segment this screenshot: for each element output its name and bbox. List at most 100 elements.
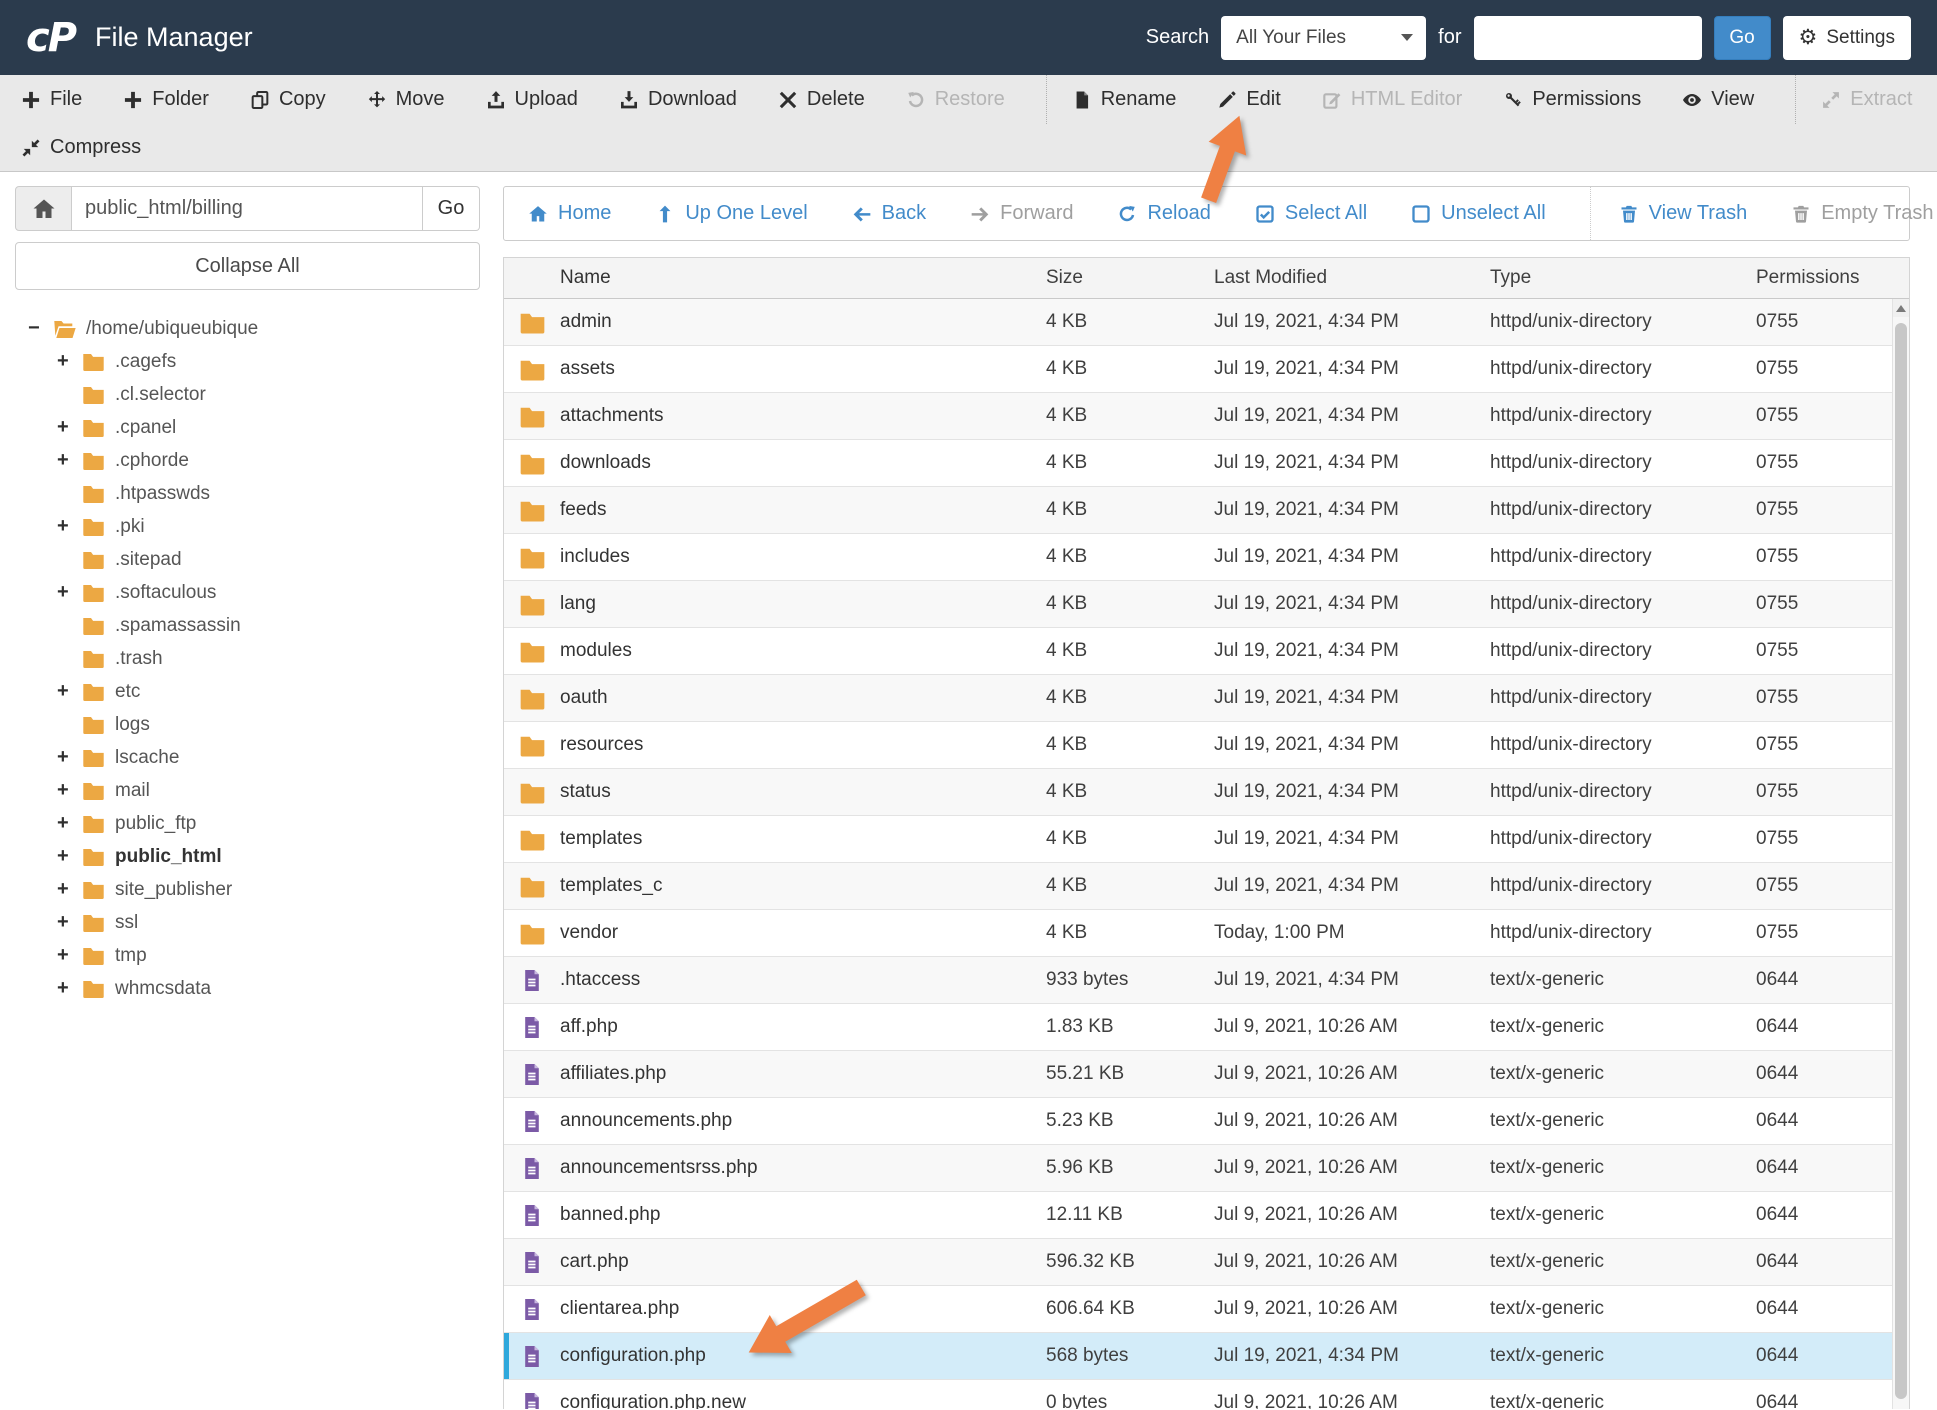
tree-toggle[interactable]: +: [57, 944, 81, 967]
table-row[interactable]: templates_c 4 KB Jul 19, 2021, 4:34 PM h…: [504, 863, 1909, 910]
search-go-button[interactable]: Go: [1713, 15, 1771, 60]
tree-item[interactable]: + ssl: [15, 906, 480, 939]
toolbar-button[interactable]: Edit: [1217, 75, 1281, 124]
tree-toggle[interactable]: +: [57, 878, 81, 901]
scrollbar-up-button[interactable]: [1893, 299, 1909, 317]
toolbar-button[interactable]: Rename: [1045, 75, 1176, 124]
tree-item[interactable]: + .cagefs: [15, 345, 480, 378]
tree-toggle[interactable]: +: [57, 779, 81, 802]
tree-item[interactable]: .trash: [15, 642, 480, 675]
table-row[interactable]: downloads 4 KB Jul 19, 2021, 4:34 PM htt…: [504, 440, 1909, 487]
home-directory-button[interactable]: [15, 186, 72, 231]
nav-button[interactable]: Forward: [970, 187, 1073, 240]
toolbar-button[interactable]: Download: [619, 75, 737, 124]
tree-toggle[interactable]: +: [57, 416, 81, 439]
toolbar-button[interactable]: Delete: [778, 75, 865, 124]
table-row[interactable]: assets 4 KB Jul 19, 2021, 4:34 PM httpd/…: [504, 346, 1909, 393]
nav-button[interactable]: Unselect All: [1411, 187, 1546, 240]
column-header-last-modified[interactable]: Last Modified: [1198, 267, 1474, 289]
toolbar-button[interactable]: Copy: [250, 75, 326, 124]
nav-button[interactable]: Back: [852, 187, 926, 240]
table-row[interactable]: includes 4 KB Jul 19, 2021, 4:34 PM http…: [504, 534, 1909, 581]
column-header-size[interactable]: Size: [1030, 267, 1198, 289]
toolbar-button[interactable]: View: [1682, 75, 1754, 124]
tree-item[interactable]: .htpasswds: [15, 477, 480, 510]
tree-toggle[interactable]: +: [57, 845, 81, 868]
nav-button[interactable]: Reload: [1117, 187, 1211, 240]
toolbar-button[interactable]: Compress: [21, 124, 141, 171]
table-row[interactable]: announcements.php 5.23 KB Jul 9, 2021, 1…: [504, 1098, 1909, 1145]
tree-toggle[interactable]: −: [28, 317, 52, 340]
tree-toggle[interactable]: +: [57, 977, 81, 1000]
toolbar-button[interactable]: Move: [367, 75, 445, 124]
tree-item[interactable]: + public_ftp: [15, 807, 480, 840]
tree-item[interactable]: .cl.selector: [15, 378, 480, 411]
path-go-button[interactable]: Go: [423, 186, 480, 231]
tree-toggle[interactable]: +: [57, 515, 81, 538]
tree-item[interactable]: .sitepad: [15, 543, 480, 576]
tree-item[interactable]: + .pki: [15, 510, 480, 543]
path-input[interactable]: [72, 186, 423, 231]
toolbar-button[interactable]: File: [21, 75, 82, 124]
table-row[interactable]: aff.php 1.83 KB Jul 9, 2021, 10:26 AM te…: [504, 1004, 1909, 1051]
tree-item[interactable]: − /home/ubiqueubique: [15, 312, 480, 345]
table-row[interactable]: announcementsrss.php 5.96 KB Jul 9, 2021…: [504, 1145, 1909, 1192]
tree-item[interactable]: + lscache: [15, 741, 480, 774]
table-row[interactable]: banned.php 12.11 KB Jul 9, 2021, 10:26 A…: [504, 1192, 1909, 1239]
table-row[interactable]: configuration.php.new 0 bytes Jul 9, 202…: [504, 1380, 1909, 1409]
table-row[interactable]: oauth 4 KB Jul 19, 2021, 4:34 PM httpd/u…: [504, 675, 1909, 722]
scrollbar-thumb[interactable]: [1895, 323, 1907, 1399]
tree-item[interactable]: + .softaculous: [15, 576, 480, 609]
column-header-permissions[interactable]: Permissions: [1740, 267, 1909, 289]
table-row[interactable]: templates 4 KB Jul 19, 2021, 4:34 PM htt…: [504, 816, 1909, 863]
tree-toggle[interactable]: +: [57, 812, 81, 835]
vertical-scrollbar[interactable]: [1892, 299, 1909, 1409]
tree-item[interactable]: + whmcsdata: [15, 972, 480, 1005]
table-row[interactable]: resources 4 KB Jul 19, 2021, 4:34 PM htt…: [504, 722, 1909, 769]
table-row[interactable]: cart.php 596.32 KB Jul 9, 2021, 10:26 AM…: [504, 1239, 1909, 1286]
tree-toggle[interactable]: +: [57, 581, 81, 604]
nav-button[interactable]: View Trash: [1589, 187, 1747, 240]
toolbar-button[interactable]: HTML Editor: [1322, 75, 1462, 124]
nav-button[interactable]: Home: [528, 187, 611, 240]
tree-item[interactable]: + .cpanel: [15, 411, 480, 444]
table-row[interactable]: modules 4 KB Jul 19, 2021, 4:34 PM httpd…: [504, 628, 1909, 675]
table-row[interactable]: .htaccess 933 bytes Jul 19, 2021, 4:34 P…: [504, 957, 1909, 1004]
table-row[interactable]: admin 4 KB Jul 19, 2021, 4:34 PM httpd/u…: [504, 299, 1909, 346]
table-row[interactable]: feeds 4 KB Jul 19, 2021, 4:34 PM httpd/u…: [504, 487, 1909, 534]
tree-item[interactable]: + etc: [15, 675, 480, 708]
tree-item[interactable]: + tmp: [15, 939, 480, 972]
tree-toggle[interactable]: +: [57, 680, 81, 703]
tree-toggle[interactable]: +: [57, 911, 81, 934]
nav-button[interactable]: Up One Level: [655, 187, 808, 240]
tree-item[interactable]: + site_publisher: [15, 873, 480, 906]
search-scope-select[interactable]: All Your Files: [1221, 15, 1427, 60]
toolbar-button[interactable]: Extract: [1795, 75, 1913, 124]
tree-item[interactable]: + public_html: [15, 840, 480, 873]
column-header-name[interactable]: Name: [560, 267, 1030, 289]
settings-button[interactable]: ⚙ Settings: [1782, 15, 1911, 60]
nav-button[interactable]: Empty Trash: [1791, 187, 1933, 240]
tree-item[interactable]: + .cphorde: [15, 444, 480, 477]
table-row[interactable]: clientarea.php 606.64 KB Jul 9, 2021, 10…: [504, 1286, 1909, 1333]
table-row[interactable]: lang 4 KB Jul 19, 2021, 4:34 PM httpd/un…: [504, 581, 1909, 628]
nav-button[interactable]: Select All: [1255, 187, 1367, 240]
tree-item[interactable]: .spamassassin: [15, 609, 480, 642]
tree-item[interactable]: logs: [15, 708, 480, 741]
toolbar-button[interactable]: Permissions: [1503, 75, 1641, 124]
table-row[interactable]: vendor 4 KB Today, 1:00 PM httpd/unix-di…: [504, 910, 1909, 957]
table-row[interactable]: affiliates.php 55.21 KB Jul 9, 2021, 10:…: [504, 1051, 1909, 1098]
tree-item[interactable]: + mail: [15, 774, 480, 807]
table-row[interactable]: configuration.php 568 bytes Jul 19, 2021…: [504, 1333, 1909, 1380]
toolbar-button[interactable]: Upload: [486, 75, 578, 124]
column-header-type[interactable]: Type: [1474, 267, 1740, 289]
tree-toggle[interactable]: +: [57, 746, 81, 769]
collapse-all-button[interactable]: Collapse All: [15, 242, 480, 290]
search-input[interactable]: [1473, 15, 1702, 60]
table-row[interactable]: attachments 4 KB Jul 19, 2021, 4:34 PM h…: [504, 393, 1909, 440]
toolbar-button[interactable]: Restore: [906, 75, 1005, 124]
tree-toggle[interactable]: +: [57, 449, 81, 472]
table-row[interactable]: status 4 KB Jul 19, 2021, 4:34 PM httpd/…: [504, 769, 1909, 816]
tree-toggle[interactable]: +: [57, 350, 81, 373]
toolbar-button[interactable]: Folder: [123, 75, 209, 124]
